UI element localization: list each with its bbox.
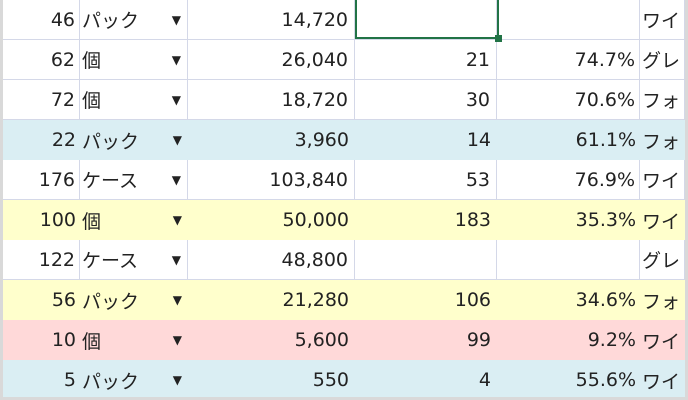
dropdown-arrow-icon[interactable]: ▼ [173,213,182,227]
count-cell[interactable]: 183 [355,200,497,240]
dropdown-arrow-icon[interactable]: ▼ [173,333,182,347]
rate-cell[interactable]: 74.7% [497,40,640,79]
name-cell[interactable]: グレ [640,240,685,279]
dropdown-arrow-icon[interactable]: ▼ [172,13,181,27]
fill-handle[interactable] [495,35,502,42]
amount-cell[interactable]: 26,040 [188,40,355,79]
dropdown-arrow-icon[interactable]: ▼ [173,293,182,307]
count-cell[interactable]: 99 [355,320,497,360]
dropdown-arrow-icon[interactable]: ▼ [173,373,182,387]
unit-label: パック [82,130,140,153]
unit-dropdown-cell[interactable]: 個 ▼ [80,200,188,240]
unit-label: パック [82,290,140,313]
qty-cell[interactable]: 100 [3,200,80,240]
rate-cell[interactable] [497,240,640,279]
qty-cell[interactable]: 62 [3,40,80,79]
count-cell[interactable]: 106 [355,280,497,320]
name-cell[interactable]: ワイ [640,0,685,39]
qty-cell[interactable]: 122 [3,240,80,279]
count-cell[interactable]: 14 [355,120,497,160]
table-row: 5 パック ▼ 550 4 55.6% ワイ [3,360,685,397]
rate-cell[interactable] [497,0,640,39]
amount-cell[interactable]: 550 [188,360,355,397]
amount-cell[interactable]: 14,720 [188,0,355,39]
dropdown-arrow-icon[interactable]: ▼ [172,173,181,187]
unit-dropdown-cell[interactable]: 個 ▼ [80,320,188,360]
qty-cell[interactable]: 56 [3,280,80,320]
unit-dropdown-cell[interactable]: 個 ▼ [80,40,188,79]
qty-cell[interactable]: 22 [3,120,80,160]
qty-cell[interactable]: 46 [3,0,80,39]
qty-cell[interactable]: 176 [3,160,80,199]
table-row: 10 個 ▼ 5,600 99 9.2% ワイ [3,320,685,360]
unit-label: ケース [82,170,139,192]
dropdown-arrow-icon[interactable]: ▼ [172,253,181,267]
unit-dropdown-cell[interactable]: パック ▼ [80,0,188,39]
unit-dropdown-cell[interactable]: パック ▼ [80,120,188,160]
dropdown-arrow-icon[interactable]: ▼ [173,133,182,147]
spreadsheet-grid: 46 パック ▼ 14,720 ワイ 62 個 ▼ 26,040 21 74.7% グレ 72 個 ▼ 18,… [3,0,685,397]
rate-cell[interactable]: 76.9% [497,160,640,199]
unit-dropdown-cell[interactable]: ケース ▼ [80,160,188,199]
unit-dropdown-cell[interactable]: パック ▼ [80,360,188,397]
rate-cell[interactable]: 9.2% [497,320,640,360]
table-row: 72 個 ▼ 18,720 30 70.6% フォ [3,80,685,120]
rate-cell[interactable]: 55.6% [497,360,640,397]
dropdown-arrow-icon[interactable]: ▼ [172,53,181,67]
name-cell[interactable]: ワイ [640,200,685,240]
count-cell[interactable] [355,240,497,279]
table-row: 176 ケース ▼ 103,840 53 76.9% ワイ [3,160,685,200]
amount-cell[interactable]: 48,800 [188,240,355,279]
qty-cell[interactable]: 72 [3,80,80,119]
unit-label: ケース [82,250,139,272]
unit-dropdown-cell[interactable]: 個 ▼ [80,80,188,119]
unit-dropdown-cell[interactable]: ケース ▼ [80,240,188,279]
unit-label: 個 [82,330,102,353]
amount-cell[interactable]: 5,600 [188,320,355,360]
name-cell[interactable]: フォ [640,120,685,160]
table-row: 62 個 ▼ 26,040 21 74.7% グレ [3,40,685,80]
rate-cell[interactable]: 35.3% [497,200,640,240]
name-cell[interactable]: フォ [640,80,685,119]
amount-cell[interactable]: 18,720 [188,80,355,119]
table-row: 22 パック ▼ 3,960 14 61.1% フォ [3,120,685,160]
table-row: 46 パック ▼ 14,720 ワイ [3,0,685,40]
name-cell[interactable]: フォ [640,280,685,320]
amount-cell[interactable]: 21,280 [188,280,355,320]
table-row: 100 個 ▼ 50,000 183 35.3% ワイ [3,200,685,240]
count-cell[interactable]: 21 [355,40,497,79]
unit-label: 個 [82,210,102,233]
unit-label: 個 [82,50,102,72]
count-cell[interactable] [355,0,497,39]
qty-cell[interactable]: 5 [3,360,80,397]
table-row: 56 パック ▼ 21,280 106 34.6% フォ [3,280,685,320]
amount-cell[interactable]: 3,960 [188,120,355,160]
unit-label: 個 [82,90,102,112]
rate-cell[interactable]: 61.1% [497,120,640,160]
name-cell[interactable]: グレ [640,40,685,79]
unit-label: パック [82,10,140,32]
name-cell[interactable]: ワイ [640,160,685,199]
table-row: 122 ケース ▼ 48,800 グレ [3,240,685,280]
name-cell[interactable]: ワイ [640,360,685,397]
count-cell[interactable]: 4 [355,360,497,397]
count-cell[interactable]: 53 [355,160,497,199]
amount-cell[interactable]: 103,840 [188,160,355,199]
count-cell[interactable]: 30 [355,80,497,119]
rate-cell[interactable]: 70.6% [497,80,640,119]
name-cell[interactable]: ワイ [640,320,685,360]
unit-label: パック [82,370,140,393]
unit-dropdown-cell[interactable]: パック ▼ [80,280,188,320]
amount-cell[interactable]: 50,000 [188,200,355,240]
dropdown-arrow-icon[interactable]: ▼ [172,93,181,107]
rate-cell[interactable]: 34.6% [497,280,640,320]
qty-cell[interactable]: 10 [3,320,80,360]
